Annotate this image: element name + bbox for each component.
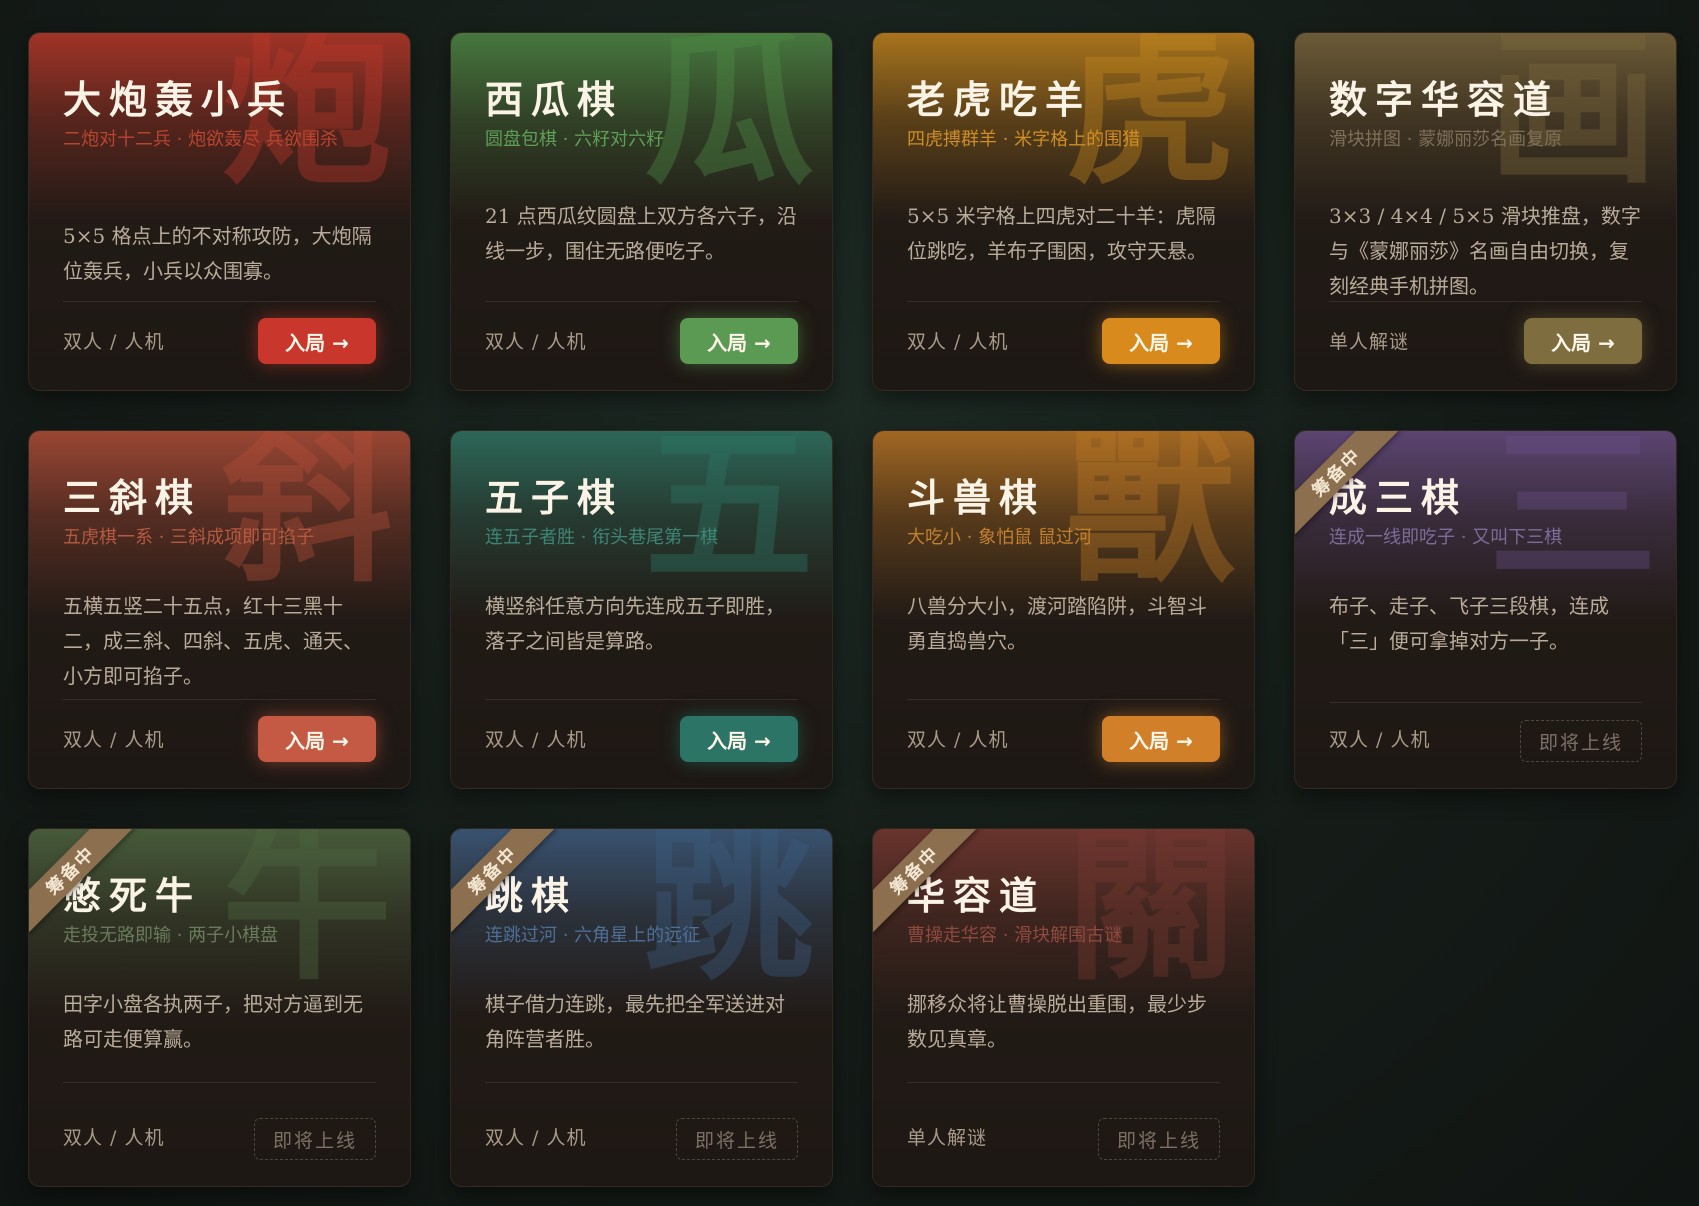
- game-mode: 双人 / 人机: [485, 1127, 587, 1149]
- card-divider: [485, 1082, 798, 1083]
- coming-soon-badge: 即将上线: [254, 1118, 376, 1160]
- enter-game-button[interactable]: 入局 →: [1102, 318, 1220, 364]
- card-divider: [907, 301, 1220, 302]
- card-divider: [485, 699, 798, 700]
- game-title: 大炮轰小兵: [63, 78, 294, 122]
- game-card[interactable]: 獸斗兽棋 大吃小 · 象怕鼠 鼠过河 八兽分大小，渡河踏陷阱，斗智斗勇直捣兽穴。 双人…: [872, 430, 1255, 789]
- game-title: 老虎吃羊: [907, 78, 1092, 122]
- card-content: 华容道 曹操走华容 · 滑块解围古谜 挪移众将让曹操脱出重围，最少步数见真章。 单人解…: [907, 829, 1220, 1186]
- game-card: 三成三棋 连成一线即吃子 · 又叫下三棋 布子、走子、飞子三段棋，连成「三」便可拿掉…: [1294, 430, 1677, 789]
- game-mode: 单人解谜: [1329, 331, 1410, 353]
- game-description: 布子、走子、飞子三段棋，连成「三」便可拿掉对方一子。: [1329, 594, 1609, 653]
- game-description: 田字小盘各执两子，把对方逼到无路可走便算赢。: [63, 992, 363, 1051]
- game-mode: 双人 / 人机: [907, 729, 1009, 751]
- game-description: 21 点西瓜纹圆盘上双方各六子，沿线一步，围住无路便吃子。: [485, 204, 797, 263]
- enter-game-button[interactable]: 入局 →: [258, 318, 376, 364]
- card-divider: [1329, 301, 1642, 302]
- enter-game-button[interactable]: 入局 →: [1524, 318, 1642, 364]
- game-description: 棋子借力连跳，最先把全军送进对角阵营者胜。: [485, 992, 785, 1051]
- game-subtitle: 滑块拼图 · 蒙娜丽莎名画复原: [1329, 129, 1563, 150]
- game-card[interactable]: 虎老虎吃羊 四虎搏群羊 · 米字格上的围猎 5×5 米字格上四虎对二十羊：虎隔位跳吃…: [872, 32, 1255, 391]
- coming-soon-badge: 即将上线: [1098, 1118, 1220, 1160]
- game-description: 八兽分大小，渡河踏陷阱，斗智斗勇直捣兽穴。: [907, 594, 1207, 653]
- game-description: 5×5 格点上的不对称攻防，大炮隔位轰兵，小兵以众围寡。: [63, 224, 372, 283]
- game-card[interactable]: 炮大炮轰小兵 二炮对十二兵 · 炮欲轰尽 兵欲围杀 5×5 格点上的不对称攻防，大炮…: [28, 32, 411, 391]
- game-title: 三斜棋: [63, 476, 202, 520]
- card-content: 大炮轰小兵二炮对十二兵 · 炮欲轰尽 兵欲围杀 5×5 格点上的不对称攻防，大炮隔…: [63, 33, 376, 390]
- game-description: 横竖斜任意方向先连成五子即胜，落子之间皆是算路。: [485, 594, 785, 653]
- game-title: 五子棋: [485, 476, 624, 520]
- card-content: 数字华容道滑块拼图 · 蒙娜丽莎名画复原 3×3 / 4×4 / 5×5 滑块推盘…: [1329, 33, 1642, 390]
- card-divider: [63, 301, 376, 302]
- game-subtitle: 连成一线即吃子 · 又叫下三棋: [1329, 527, 1563, 548]
- game-description: 挪移众将让曹操脱出重围，最少步数见真章。: [907, 992, 1207, 1051]
- card-content: 成三棋 连成一线即吃子 · 又叫下三棋 布子、走子、飞子三段棋，连成「三」便可拿掉对…: [1329, 431, 1642, 788]
- game-mode: 双人 / 人机: [485, 331, 587, 353]
- game-mode: 双人 / 人机: [63, 729, 165, 751]
- game-subtitle: 大吃小 · 象怕鼠 鼠过河: [907, 527, 1092, 548]
- game-title: 数字华容道: [1329, 78, 1560, 122]
- card-divider: [485, 301, 798, 302]
- game-subtitle: 曹操走华容 · 滑块解围古谜: [907, 925, 1123, 946]
- game-subtitle: 二炮对十二兵 · 炮欲轰尽 兵欲围杀: [63, 129, 338, 150]
- game-card: 跳跳棋 连跳过河 · 六角星上的远征 棋子借力连跳，最先把全军送进对角阵营者胜。 双人…: [450, 828, 833, 1187]
- game-subtitle: 走投无路即输 · 两子小棋盘: [63, 925, 279, 946]
- card-content: 五子棋连五子者胜 · 衔头巷尾第一棋横竖斜任意方向先连成五子即胜，落子之间皆是算…: [485, 431, 798, 788]
- enter-game-button[interactable]: 入局 →: [680, 318, 798, 364]
- game-card: 關华容道 曹操走华容 · 滑块解围古谜 挪移众将让曹操脱出重围，最少步数见真章。 单人…: [872, 828, 1255, 1187]
- game-subtitle: 连五子者胜 · 衔头巷尾第一棋: [485, 527, 719, 548]
- card-content: 三斜棋五虎棋一系 · 三斜成项即可掐子五横五竖二十五点，红十三黑十二，成三斜、四…: [63, 431, 376, 788]
- game-mode: 双人 / 人机: [63, 331, 165, 353]
- game-mode: 双人 / 人机: [485, 729, 587, 751]
- card-divider: [907, 1082, 1220, 1083]
- game-card[interactable]: 斜三斜棋 五虎棋一系 · 三斜成项即可掐子 五横五竖二十五点，红十三黑十二，成三斜、…: [28, 430, 411, 789]
- card-content: 憋死牛 走投无路即输 · 两子小棋盘 田字小盘各执两子，把对方逼到无路可走便算赢。双…: [63, 829, 376, 1186]
- coming-soon-badge: 即将上线: [676, 1118, 798, 1160]
- game-card[interactable]: 五五子棋 连五子者胜 · 衔头巷尾第一棋 横竖斜任意方向先连成五子即胜，落子之间皆是…: [450, 430, 833, 789]
- game-title: 斗兽棋: [907, 476, 1046, 520]
- game-mode: 双人 / 人机: [1329, 729, 1431, 751]
- game-description: 3×3 / 4×4 / 5×5 滑块推盘，数字与《蒙娜丽莎》名画自由切换，复刻经…: [1329, 204, 1641, 298]
- game-card[interactable]: 画数字华容道 滑块拼图 · 蒙娜丽莎名画复原 3×3 / 4×4 / 5×5 滑块推…: [1294, 32, 1677, 391]
- card-content: 西瓜棋圆盘包棋 · 六籽对六籽 21 点西瓜纹圆盘上双方各六子，沿线一步，围住无路…: [485, 33, 798, 390]
- game-card: 牛憋死牛 走投无路即输 · 两子小棋盘 田字小盘各执两子，把对方逼到无路可走便算赢。…: [28, 828, 411, 1187]
- game-subtitle: 连跳过河 · 六角星上的远征: [485, 925, 701, 946]
- enter-game-button[interactable]: 入局 →: [680, 716, 798, 762]
- game-card[interactable]: 瓜西瓜棋 圆盘包棋 · 六籽对六籽 21 点西瓜纹圆盘上双方各六子，沿线一步，围住无…: [450, 32, 833, 391]
- game-grid: 炮大炮轰小兵 二炮对十二兵 · 炮欲轰尽 兵欲围杀 5×5 格点上的不对称攻防，大炮…: [28, 32, 1677, 1187]
- game-description: 五横五竖二十五点，红十三黑十二，成三斜、四斜、五虎、通天、小方即可掐子。: [63, 594, 363, 688]
- game-mode: 单人解谜: [907, 1127, 988, 1149]
- game-mode: 双人 / 人机: [907, 331, 1009, 353]
- game-description: 5×5 米字格上四虎对二十羊：虎隔位跳吃，羊布子围困，攻守天悬。: [907, 204, 1216, 263]
- card-divider: [1329, 702, 1642, 703]
- game-subtitle: 四虎搏群羊 · 米字格上的围猎: [907, 129, 1141, 150]
- card-content: 跳棋 连跳过河 · 六角星上的远征 棋子借力连跳，最先把全军送进对角阵营者胜。 双人 …: [485, 829, 798, 1186]
- card-content: 老虎吃羊四虎搏群羊 · 米字格上的围猎 5×5 米字格上四虎对二十羊：虎隔位跳吃，…: [907, 33, 1220, 390]
- game-subtitle: 五虎棋一系 · 三斜成项即可掐子: [63, 527, 315, 548]
- card-divider: [907, 699, 1220, 700]
- enter-game-button[interactable]: 入局 →: [1102, 716, 1220, 762]
- card-divider: [63, 1082, 376, 1083]
- coming-soon-badge: 即将上线: [1520, 720, 1642, 762]
- game-subtitle: 圆盘包棋 · 六籽对六籽: [485, 129, 665, 150]
- card-divider: [63, 699, 376, 700]
- game-mode: 双人 / 人机: [63, 1127, 165, 1149]
- enter-game-button[interactable]: 入局 →: [258, 716, 376, 762]
- game-title: 西瓜棋: [485, 78, 624, 122]
- card-content: 斗兽棋大吃小 · 象怕鼠 鼠过河八兽分大小，渡河踏陷阱，斗智斗勇直捣兽穴。双人 …: [907, 431, 1220, 788]
